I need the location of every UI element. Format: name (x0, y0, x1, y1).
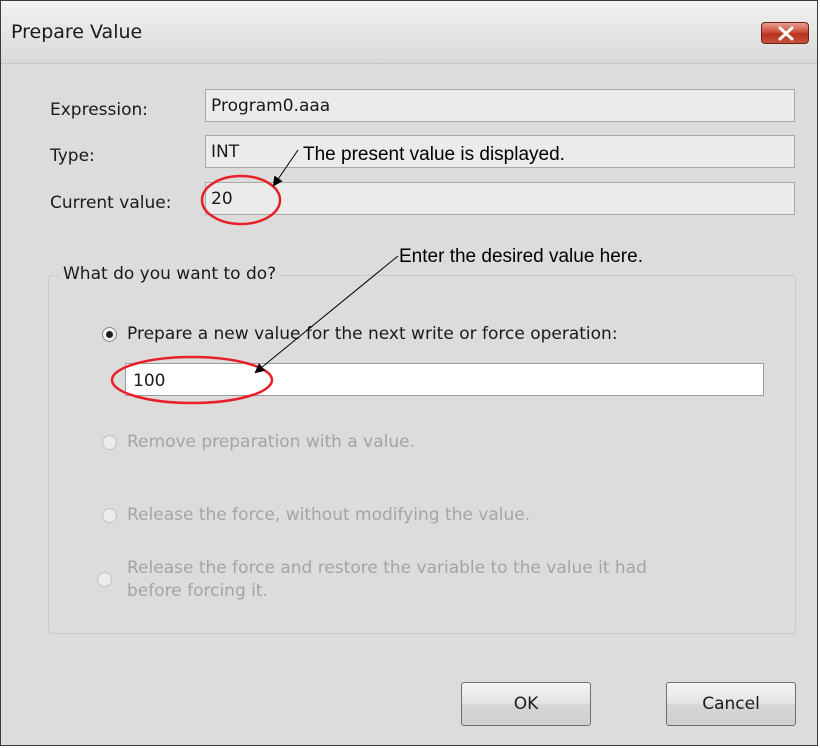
radio-remove-preparation[interactable] (102, 435, 117, 450)
radio-label-release-force[interactable]: Release the force, without modifying the… (127, 505, 530, 525)
ok-button[interactable]: OK (461, 682, 591, 726)
radio-release-restore[interactable] (97, 572, 112, 587)
close-icon (778, 26, 794, 41)
current-value-label: Current value: (50, 193, 172, 213)
groupbox-legend: What do you want to do? (59, 264, 281, 284)
radio-label-prepare-new-value[interactable]: Prepare a new value for the next write o… (127, 324, 618, 344)
current-value-field: 20 (205, 182, 795, 215)
callout-enter-value: Enter the desired value here. (399, 246, 643, 267)
title-bar: Prepare Value (1, 1, 817, 64)
expression-label: Expression: (50, 100, 149, 120)
radio-label-release-restore-line2[interactable]: before forcing it. (127, 581, 268, 601)
radio-label-remove-preparation[interactable]: Remove preparation with a value. (127, 432, 415, 452)
type-label: Type: (50, 146, 95, 166)
new-value-input[interactable] (125, 363, 764, 396)
close-button[interactable] (761, 22, 809, 44)
cancel-button[interactable]: Cancel (666, 682, 796, 726)
radio-label-release-restore-line1[interactable]: Release the force and restore the variab… (127, 558, 647, 578)
radio-release-force[interactable] (102, 508, 117, 523)
callout-present-value: The present value is displayed. (303, 144, 565, 165)
window-title: Prepare Value (11, 21, 143, 43)
expression-field: Program0.aaa (205, 89, 795, 122)
prepare-value-dialog: Prepare Value Expression: Program0.aaa T… (0, 0, 818, 746)
radio-prepare-new-value[interactable] (102, 327, 117, 342)
